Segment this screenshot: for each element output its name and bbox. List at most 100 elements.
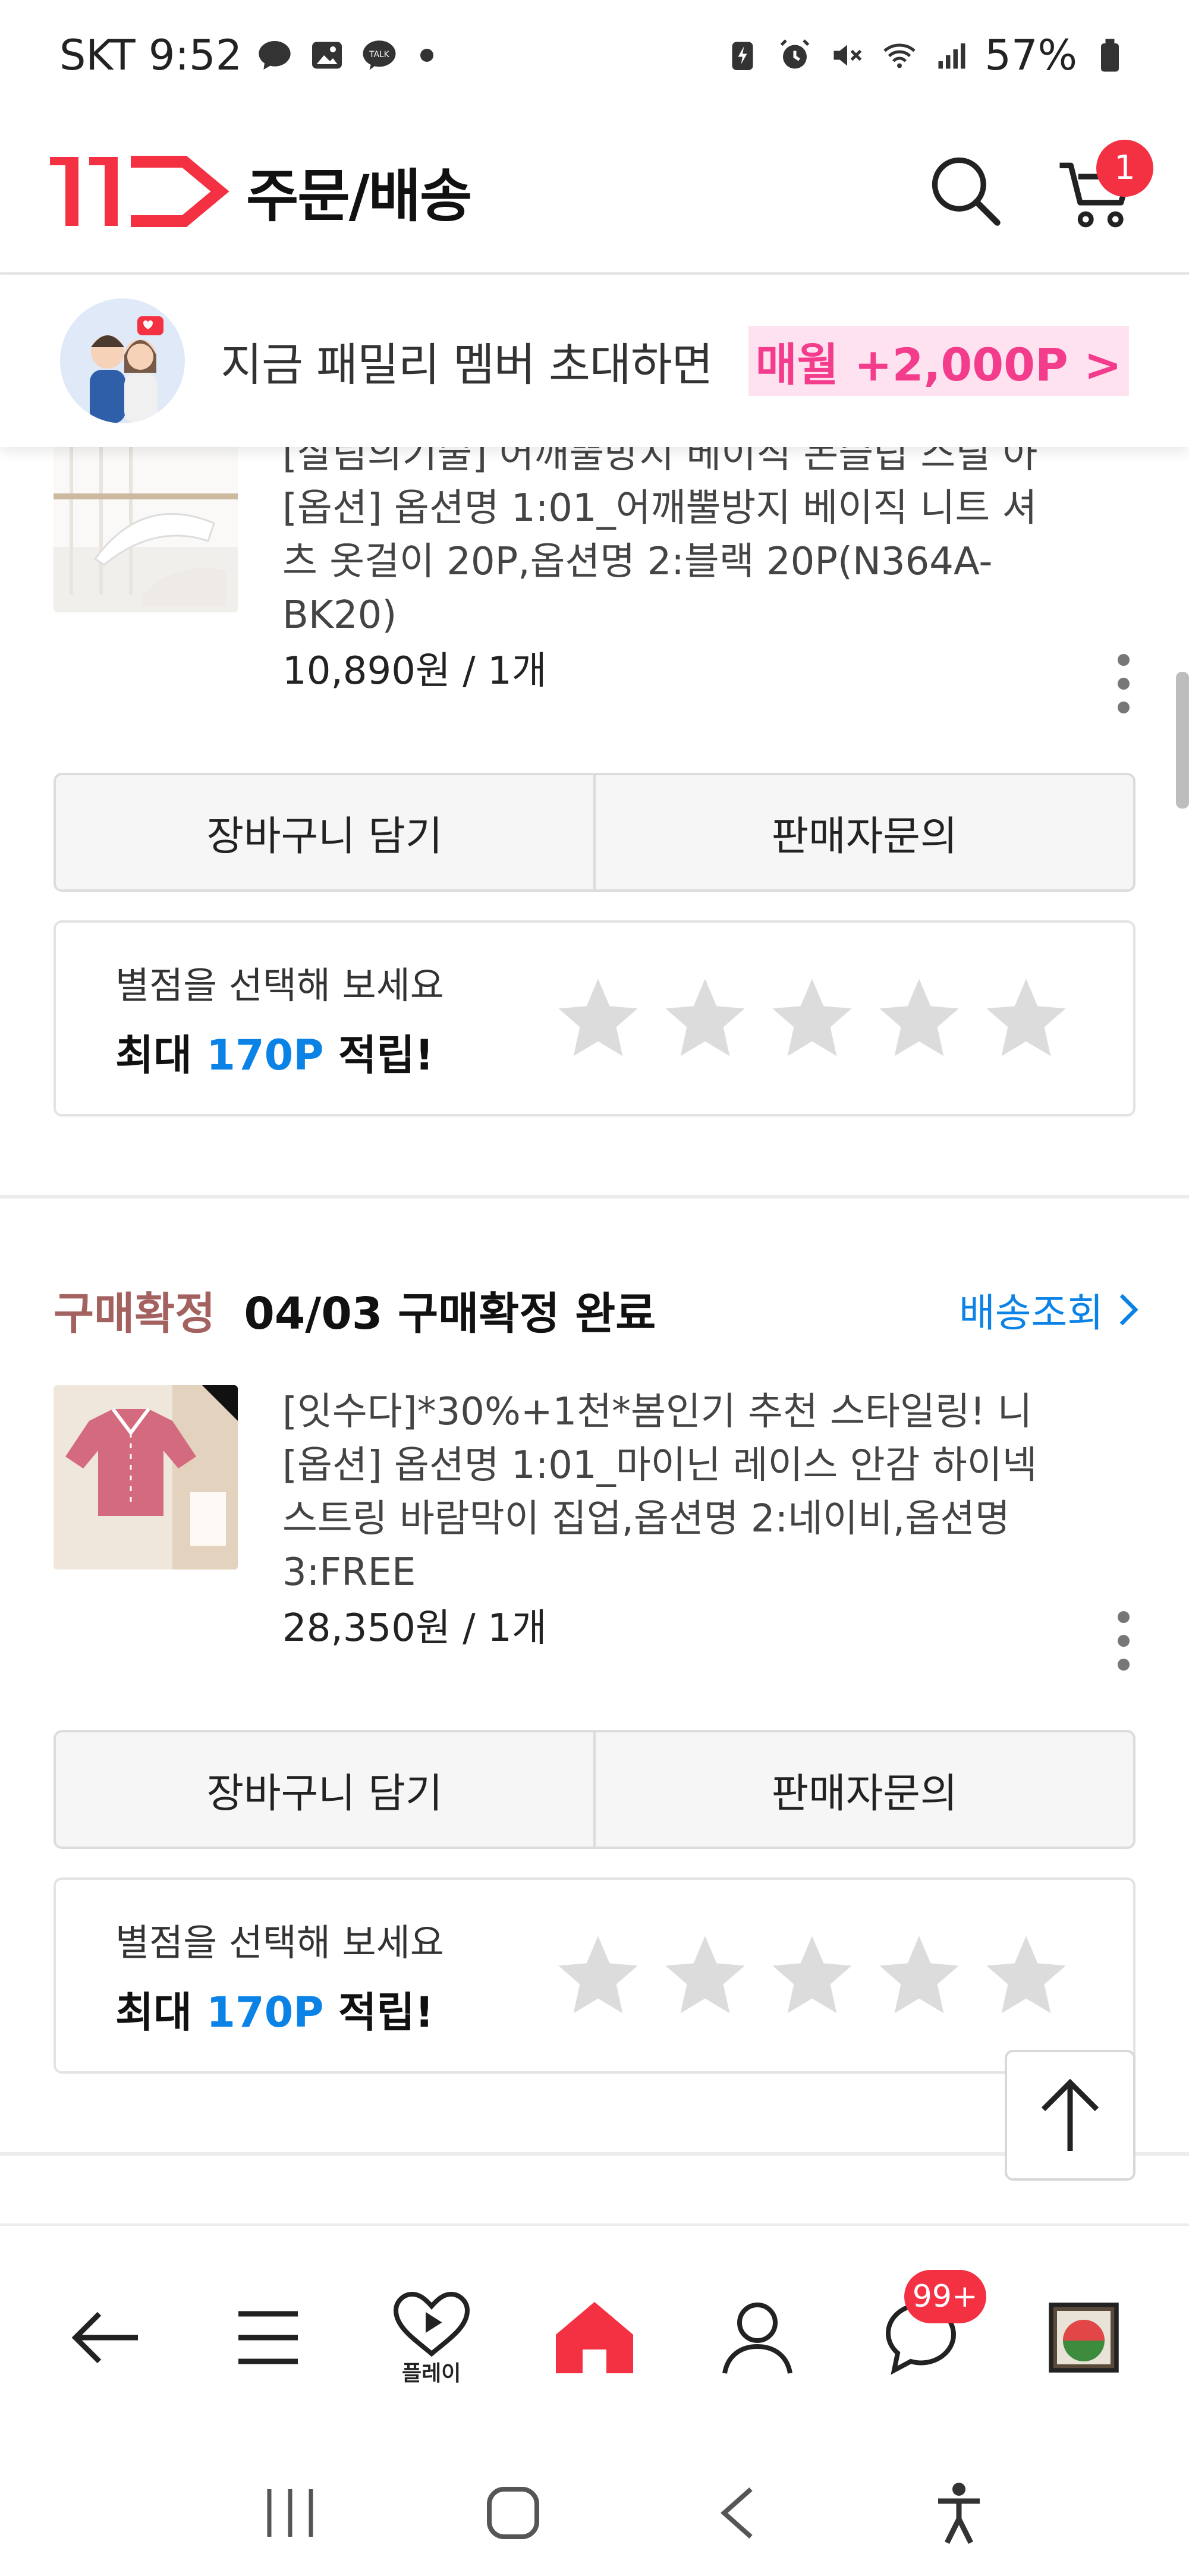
reward-points: 170P <box>206 1987 324 2037</box>
user-icon <box>722 2303 793 2374</box>
item-info: [잇수다]*30%+1천*봄인기 추천 스타일링! 니 [옵션] 옵션명 1:0… <box>282 1385 1055 1655</box>
menu-button[interactable] <box>215 2278 322 2397</box>
battery-percent: 57% <box>984 30 1077 80</box>
app-header: 주문/배송 1 <box>0 110 1189 275</box>
section-divider <box>0 1195 1189 1199</box>
star-icon[interactable] <box>765 1928 860 2023</box>
chevron-left-icon <box>720 2487 753 2539</box>
page-title: 주문/배송 <box>246 163 472 229</box>
item-actions: 장바구니 담기 판매자문의 <box>54 773 1135 892</box>
more-options-button[interactable] <box>1106 648 1141 719</box>
rating-box: 별점을 선택해 보세요 최대 170P 적립! <box>54 920 1135 1116</box>
add-to-cart-button[interactable]: 장바구니 담기 <box>56 775 593 889</box>
dot-icon <box>1118 1659 1130 1671</box>
reward-points: 170P <box>206 1030 324 1080</box>
star-icon[interactable] <box>872 1928 967 2023</box>
home-icon <box>555 2302 633 2373</box>
battery-saver-icon <box>723 36 762 75</box>
seller-inquiry-button[interactable]: 판매자문의 <box>593 1732 1133 1847</box>
promo-highlight[interactable]: 매월 +2,000P > <box>748 326 1129 396</box>
star-icon[interactable] <box>658 971 753 1066</box>
product-thumbnail[interactable] <box>54 428 238 612</box>
track-delivery-link[interactable]: 배송조회 <box>959 1281 1141 1338</box>
bottom-navigation: 플레이 99+ <box>0 2223 1189 2449</box>
recent-item-button[interactable] <box>1030 2278 1137 2397</box>
star-icon[interactable] <box>551 971 646 1066</box>
cart-button[interactable]: 1 <box>1052 139 1153 236</box>
item-option-line: 츠 옷걸이 20P,옵션명 2:블랙 20P(N364A- <box>282 540 993 584</box>
reward-suffix: 적립! <box>338 1030 434 1080</box>
gallery-icon <box>307 36 347 75</box>
search-button[interactable] <box>921 147 1011 236</box>
search-icon <box>932 157 1001 226</box>
item-name[interactable]: [잇수다]*30%+1천*봄인기 추천 스타일링! 니 <box>282 1385 1055 1439</box>
star-rating <box>551 1928 1074 2023</box>
scroll-to-top-button[interactable] <box>1005 2050 1135 2181</box>
play-label: 플레이 <box>402 2361 461 2386</box>
eleven-street-logo[interactable] <box>48 144 232 239</box>
chat-bubble-icon <box>255 36 294 75</box>
item-option-line: 3:FREE <box>282 1550 416 1594</box>
notification-dot-icon <box>420 48 434 62</box>
talk-badge: 99+ <box>904 2270 986 2323</box>
order-item: [잇수다]*30%+1천*봄인기 추천 스타일링! 니 [옵션] 옵션명 1:0… <box>54 1385 1141 1671</box>
back-button[interactable] <box>52 2278 159 2397</box>
dot-icon <box>1118 702 1130 713</box>
arrow-up-icon <box>1041 2078 1099 2151</box>
star-icon[interactable] <box>979 971 1074 1066</box>
talk-button[interactable]: 99+ <box>867 2270 986 2397</box>
home-button[interactable] <box>541 2278 648 2397</box>
wifi-icon <box>880 36 919 75</box>
talk-icon: TALK <box>360 36 399 75</box>
product-thumbnail[interactable] <box>54 1385 238 1569</box>
arrow-left-icon <box>71 2311 139 2364</box>
reward-suffix: 적립! <box>338 1987 434 2037</box>
more-options-button[interactable] <box>1106 1605 1141 1677</box>
cart-count-badge: 1 <box>1096 139 1153 197</box>
my-page-button[interactable] <box>704 2278 811 2397</box>
item-price: 28,350원 / 1개 <box>282 1606 547 1650</box>
rating-reward: 최대 170P 적립! <box>115 1979 444 2039</box>
order-status-label: 구매확정 <box>54 1288 216 1339</box>
dot-icon <box>1118 1635 1130 1647</box>
star-icon[interactable] <box>872 971 967 1066</box>
alarm-icon <box>775 36 814 75</box>
star-icon[interactable] <box>979 1928 1074 2023</box>
scrollbar[interactable] <box>1176 672 1189 809</box>
accessibility-icon <box>938 2482 980 2544</box>
battery-icon <box>1090 36 1130 75</box>
promo-text: 지금 패밀리 멤버 초대하면 <box>221 338 713 391</box>
header-actions: 1 <box>921 139 1153 236</box>
carrier-time: SKT 9:52 <box>59 30 243 80</box>
recent-apps-icon <box>267 2489 313 2537</box>
rating-reward: 최대 170P 적립! <box>115 1022 444 1082</box>
recent-apps-button[interactable] <box>249 2471 332 2555</box>
star-icon[interactable] <box>551 1928 646 2023</box>
item-actions: 장바구니 담기 판매자문의 <box>54 1730 1135 1849</box>
rating-text: 별점을 선택해 보세요 최대 170P 적립! <box>115 1913 444 2039</box>
track-delivery-label: 배송조회 <box>959 1290 1103 1336</box>
item-option-line: BK20) <box>282 593 397 637</box>
system-navigation <box>0 2449 1189 2576</box>
family-invite-banner[interactable]: 지금 패밀리 멤버 초대하면 매월 +2,000P > <box>0 275 1189 447</box>
recent-item-thumbnail <box>1049 2303 1119 2373</box>
system-back-button[interactable] <box>694 2471 778 2555</box>
item-option-line: [옵션] 옵션명 1:01_마이닌 레이스 안감 하이넥 <box>282 1443 1037 1487</box>
accessibility-button[interactable] <box>917 2471 1001 2555</box>
reward-prefix: 최대 <box>115 1987 192 2037</box>
item-info: [살림의기술] 어깨뿔방지 베이직 논슬립 스틸 아 [옵션] 옵션명 1:01… <box>282 428 1055 698</box>
add-to-cart-button[interactable]: 장바구니 담기 <box>56 1732 593 1847</box>
star-icon[interactable] <box>658 1928 753 2023</box>
play-button[interactable]: 플레이 <box>378 2278 485 2397</box>
rating-text: 별점을 선택해 보세요 최대 170P 적립! <box>115 955 444 1082</box>
status-left: SKT 9:52 TALK <box>59 30 434 80</box>
status-right: 57% <box>723 31 1130 80</box>
order-status-desc: 04/03 구매확정 완료 <box>244 1288 656 1339</box>
status-bar: SKT 9:52 TALK 57% <box>0 0 1189 110</box>
dot-icon <box>1118 654 1130 666</box>
home-square-icon <box>486 2486 539 2539</box>
home-system-button[interactable] <box>471 2471 555 2555</box>
order-status-line: 구매확정 04/03 구매확정 완료 배송조회 <box>54 1274 1141 1345</box>
seller-inquiry-button[interactable]: 판매자문의 <box>593 775 1133 889</box>
star-icon[interactable] <box>765 971 860 1066</box>
